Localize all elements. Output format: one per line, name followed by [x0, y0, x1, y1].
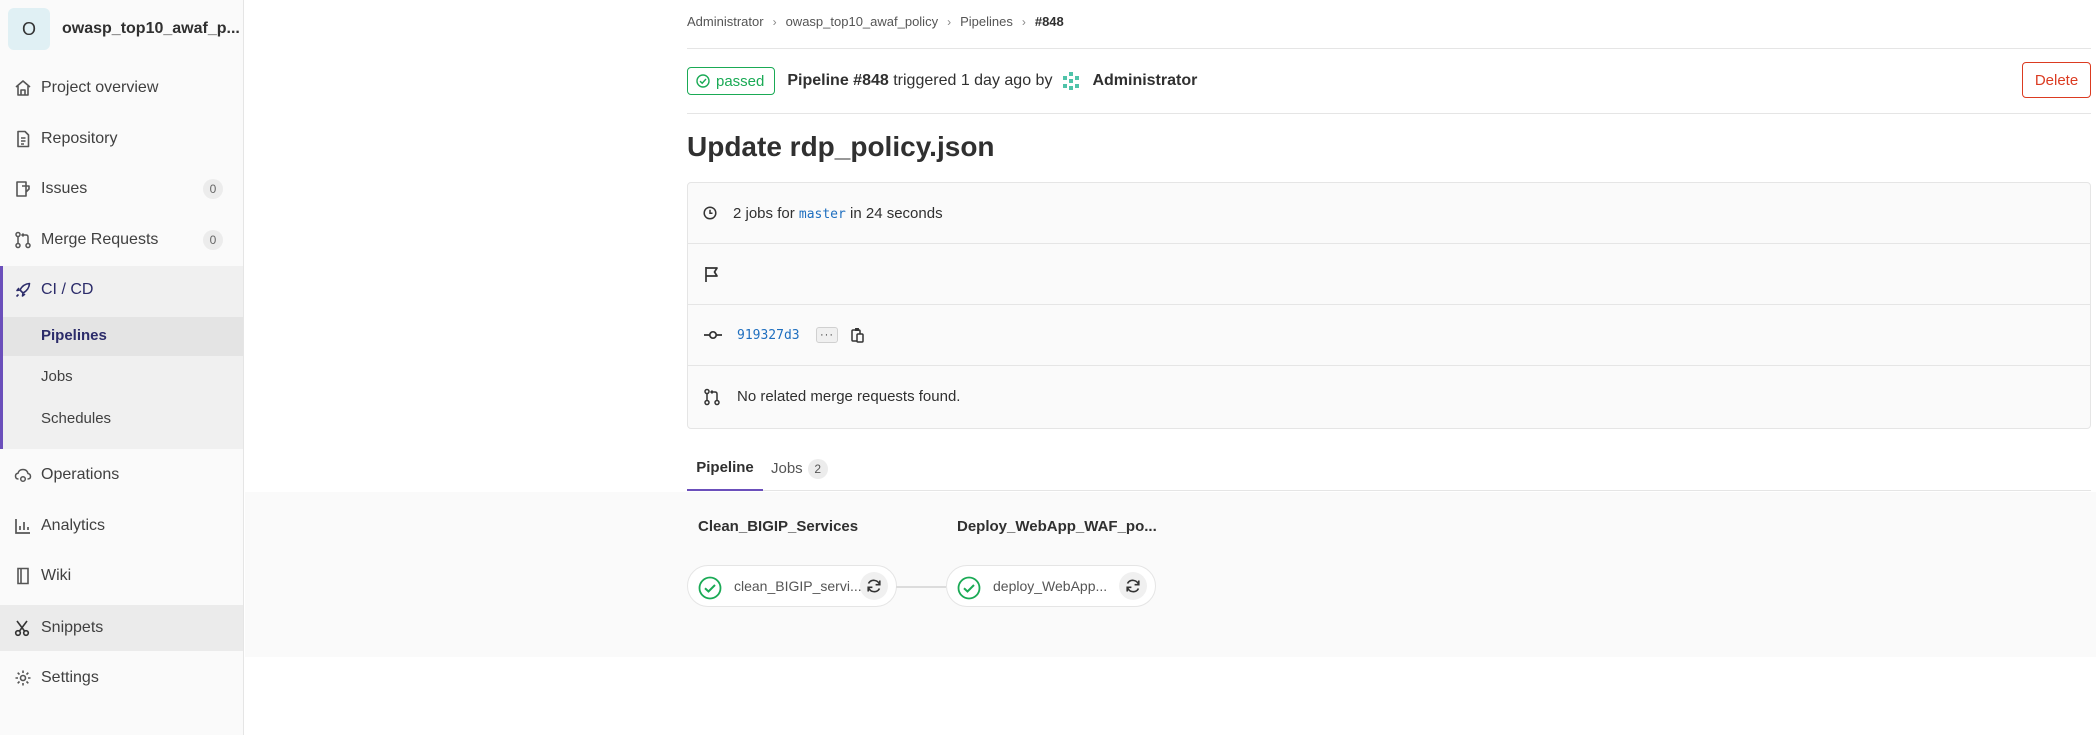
divider	[687, 113, 2091, 114]
sidebar-item-label: Wiki	[41, 567, 72, 584]
retry-icon	[1126, 579, 1140, 593]
no-merge-requests-text: No related merge requests found.	[737, 388, 961, 405]
flag-row	[688, 244, 2090, 305]
breadcrumb-pipelines[interactable]: Pipelines	[960, 14, 1013, 29]
sidebar-item-label: Analytics	[41, 517, 106, 534]
divider	[687, 48, 2091, 49]
sidebar-item-label: Project overview	[41, 79, 159, 96]
book-icon	[17, 567, 29, 585]
duration-text: in 24 seconds	[850, 204, 943, 222]
page-title: Update rdp_policy.json	[687, 131, 995, 162]
jobs-summary-text: 2 jobs for master in 24 seconds	[733, 205, 943, 222]
clock-icon	[703, 206, 717, 220]
tab-jobs-label: Jobs	[771, 460, 803, 477]
sidebar-item-operations[interactable]: Operations	[0, 465, 243, 485]
pipelines-active-highlight	[3, 317, 243, 356]
merge-request-icon	[704, 388, 720, 405]
commit-sha-link[interactable]: 919327d3	[737, 328, 800, 343]
stage-title: Deploy_WebApp_WAF_po...	[957, 518, 1157, 535]
project-avatar[interactable]: O	[8, 8, 50, 50]
jobs-summary-row: 2 jobs for master in 24 seconds	[688, 183, 2090, 244]
chevron-right-icon: ›	[772, 14, 777, 29]
copy-icon[interactable]	[850, 327, 864, 343]
chevron-right-icon: ›	[1021, 14, 1026, 29]
job-item[interactable]: clean_BIGIP_servi...	[687, 565, 897, 607]
gear-icon	[15, 670, 31, 686]
issues-icon	[16, 181, 30, 197]
sidebar-item-merge-requests[interactable]: Merge Requests 0	[0, 230, 243, 250]
sidebar-subitem-schedules[interactable]: Schedules	[41, 410, 111, 427]
delete-button[interactable]: Delete	[2022, 62, 2091, 98]
issues-count-badge: 0	[203, 179, 223, 199]
job-name: deploy_WebApp...	[993, 578, 1108, 594]
status-text: passed	[716, 72, 765, 90]
stage-title: Clean_BIGIP_Services	[698, 518, 859, 535]
merge-requests-row: No related merge requests found.	[688, 366, 2090, 427]
sidebar-item-label: Merge Requests	[41, 231, 159, 248]
check-circle-icon	[696, 74, 710, 88]
sidebar-item-analytics[interactable]: Analytics	[0, 516, 243, 536]
pipeline-summary: Pipeline #848 triggered 1 day ago by	[787, 72, 1052, 90]
success-status-icon	[957, 576, 981, 600]
job-item[interactable]: deploy_WebApp...	[946, 565, 1156, 607]
sidebar-item-cicd[interactable]: CI / CD	[0, 280, 243, 300]
sidebar-item-repository[interactable]: Repository	[0, 129, 243, 149]
commit-ellipsis-button[interactable]: ···	[816, 327, 838, 343]
sidebar-item-label: Issues	[41, 180, 88, 197]
breadcrumb: Administrator › owasp_top10_awaf_policy …	[687, 14, 1064, 29]
commit-row: 919327d3 ···	[688, 305, 2090, 366]
chevron-right-icon: ›	[947, 14, 952, 29]
project-header[interactable]: O owasp_top10_awaf_p...	[8, 8, 240, 50]
pipeline-label: Pipeline #848	[787, 72, 889, 89]
status-badge[interactable]: passed	[687, 67, 776, 95]
breadcrumb-project[interactable]: owasp_top10_awaf_policy	[786, 14, 939, 29]
user-avatar[interactable]	[1060, 70, 1083, 92]
breadcrumb-pipeline-id[interactable]: #848	[1035, 14, 1064, 29]
jobs-count-badge: 2	[807, 458, 828, 479]
triggered-text: triggered 1 day ago by	[893, 72, 1053, 89]
pipeline-tabs: Pipeline Jobs 2	[687, 446, 2091, 491]
sidebar-item-issues[interactable]: Issues 0	[0, 179, 243, 199]
project-name[interactable]: owasp_top10_awaf_p...	[62, 20, 240, 38]
sidebar-subitem-pipelines[interactable]: Pipelines	[41, 327, 107, 344]
retry-button[interactable]	[1119, 572, 1147, 600]
merge-requests-count-badge: 0	[203, 230, 223, 250]
pipeline-info-box: 2 jobs for master in 24 seconds 919327d3…	[687, 182, 2091, 429]
sidebar-item-label: Snippets	[41, 619, 104, 636]
sidebar-item-label: Repository	[41, 130, 118, 147]
flag-icon	[705, 267, 718, 282]
triggered-by-user[interactable]: Administrator	[1092, 72, 1197, 90]
breadcrumb-administrator[interactable]: Administrator	[687, 14, 764, 29]
retry-icon	[867, 579, 881, 593]
sidebar-item-wiki[interactable]: Wiki	[0, 566, 243, 586]
sidebar-item-label: Operations	[41, 466, 120, 483]
pipeline-header: passed Pipeline #848 triggered 1 day ago…	[687, 66, 1197, 96]
sidebar-subitem-jobs[interactable]: Jobs	[41, 368, 73, 385]
merge-request-icon	[15, 231, 31, 249]
cloud-gear-icon	[14, 468, 32, 483]
success-status-icon	[698, 576, 722, 600]
home-icon	[15, 80, 31, 96]
retry-button[interactable]	[860, 572, 888, 600]
jobs-prefix: 2 jobs for	[733, 204, 795, 222]
document-icon	[17, 130, 30, 148]
pipeline-graph	[245, 492, 2096, 657]
scissors-icon	[14, 620, 30, 637]
sidebar-item-snippets[interactable]: Snippets	[0, 618, 243, 638]
tab-pipeline[interactable]: Pipeline	[687, 446, 763, 491]
sidebar-item-label: Settings	[41, 669, 99, 686]
stage-connector	[896, 586, 946, 588]
sidebar-item-settings[interactable]: Settings	[0, 668, 243, 688]
tab-jobs[interactable]: Jobs 2	[771, 446, 828, 491]
rocket-icon	[15, 282, 31, 298]
sidebar: O owasp_top10_awaf_p... Project overview…	[0, 0, 244, 735]
branch-link[interactable]: master	[799, 207, 846, 222]
commit-icon	[704, 330, 722, 340]
sidebar-item-project-overview[interactable]: Project overview	[0, 78, 243, 98]
sidebar-item-label: CI / CD	[41, 281, 94, 298]
job-name: clean_BIGIP_servi...	[734, 578, 862, 594]
chart-icon	[15, 519, 30, 534]
